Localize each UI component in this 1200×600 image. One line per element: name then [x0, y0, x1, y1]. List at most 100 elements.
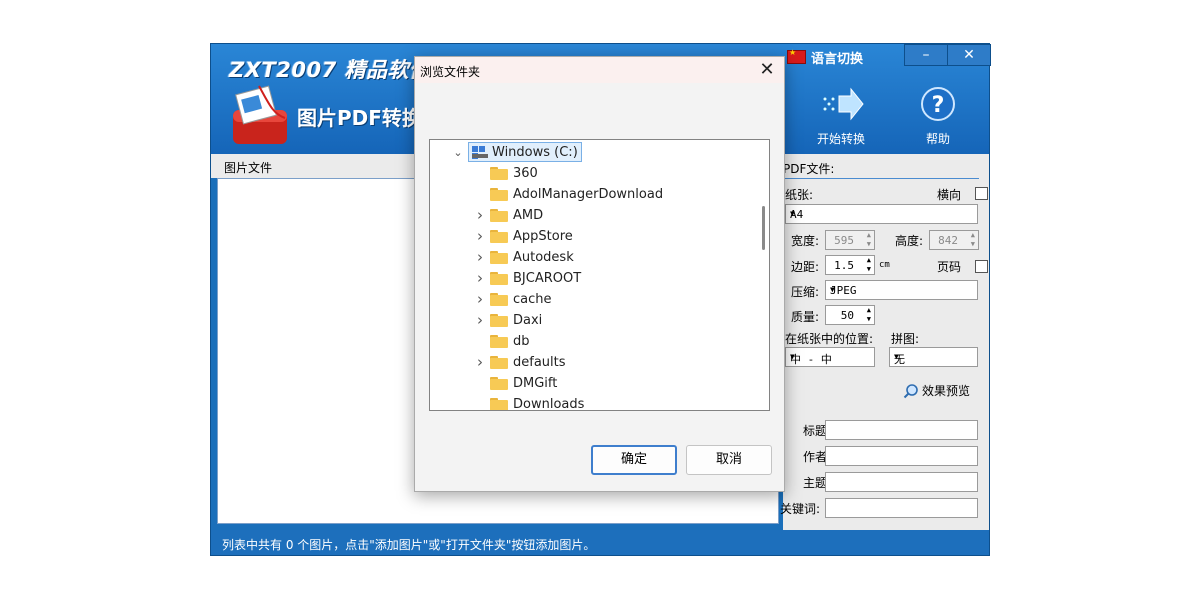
language-switch-button[interactable]: 语言切换 [787, 48, 864, 67]
folder-label: DMGift [513, 375, 558, 391]
quality-label: 质量: [791, 310, 820, 324]
help-label: 帮助 [925, 132, 950, 146]
folder-label: Daxi [513, 312, 543, 328]
quality-spinner[interactable]: 50 ▲ ▼ [825, 305, 875, 325]
paper-label: 纸张: [785, 188, 814, 202]
folder-item[interactable]: DMGift [474, 373, 557, 393]
landscape-checkbox[interactable] [975, 187, 988, 200]
quality-value: 50 [840, 309, 854, 322]
folder-item[interactable]: › AMD [474, 205, 543, 225]
preview-label: 效果预览 [922, 384, 971, 398]
spin-arrows-icon: ▲ ▼ [970, 231, 975, 248]
paper-select[interactable]: A4 ▼ [785, 204, 978, 224]
folder-icon [490, 208, 508, 222]
root-selection: Windows (C:) [468, 142, 582, 162]
tile-label: 拼图: [891, 332, 920, 346]
start-convert-label: 开始转换 [816, 132, 865, 146]
margin-unit: cm [879, 260, 890, 270]
folder-label: AdolManagerDownload [513, 186, 664, 202]
preview-button[interactable]: 效果预览 [903, 382, 970, 399]
ok-button[interactable]: 确定 [591, 445, 677, 475]
folder-tree[interactable]: ⌄ Windows (C:) 360 AdolManagerDownload › AM… [429, 139, 770, 411]
chevron-right-icon[interactable]: › [474, 227, 486, 245]
position-label: 在纸张中的位置: [785, 332, 874, 346]
folder-label: Autodesk [513, 249, 574, 265]
pdf-settings-panel: PDF文件: 纸张: 横向 A4 ▼ 宽度: 595 ▲ ▼ 高度: 842 ▲ ▼ 边距… [780, 154, 989, 530]
chevron-right-icon[interactable]: › [474, 206, 486, 224]
root-label: Windows (C:) [492, 144, 578, 160]
folder-label: BJCAROOT [513, 270, 582, 286]
folder-icon [490, 334, 508, 348]
folder-item[interactable]: › AppStore [474, 226, 573, 246]
help-button[interactable]: ? 帮助 [903, 84, 973, 147]
chevron-right-icon[interactable]: › [474, 290, 486, 308]
margin-value: 1.5 [834, 259, 854, 272]
product-title: 图片PDF转换 [297, 106, 422, 130]
folder-icon [490, 166, 508, 180]
author-input[interactable] [825, 446, 978, 466]
chevron-right-icon[interactable]: › [474, 311, 486, 329]
folder-icon [490, 313, 508, 327]
keywords-input[interactable] [825, 498, 978, 518]
folder-icon [490, 229, 508, 243]
language-switch-label: 语言切换 [811, 51, 864, 67]
section-divider [785, 178, 979, 179]
folder-item[interactable]: › Autodesk [474, 247, 574, 267]
svg-text:?: ? [932, 93, 945, 118]
help-icon: ? [921, 87, 955, 121]
subject-input[interactable] [825, 472, 978, 492]
dropdown-arrow-icon: ▼ [790, 352, 795, 361]
pdf-section-title: PDF文件: [783, 162, 835, 176]
minimize-button[interactable]: – [904, 44, 948, 66]
dropdown-arrow-icon: ▼ [830, 285, 835, 294]
folder-icon [490, 397, 508, 410]
folder-item[interactable]: Downloads [474, 394, 584, 410]
spin-arrows-icon: ▲ ▼ [866, 256, 871, 273]
tile-select[interactable]: 无 ▼ [889, 347, 978, 367]
compress-select[interactable]: JPEG ▼ [825, 280, 978, 300]
position-select[interactable]: 中 - 中 ▼ [785, 347, 875, 367]
chevron-right-icon[interactable]: › [474, 248, 486, 266]
folder-label: AppStore [513, 228, 573, 244]
folder-item[interactable]: db [474, 331, 530, 351]
folder-label: 360 [513, 165, 538, 181]
dialog-title-bar: 浏览文件夹 ✕ [415, 57, 784, 83]
folder-item[interactable]: › defaults [474, 352, 566, 372]
spin-arrows-icon: ▲ ▼ [866, 306, 871, 323]
close-button[interactable]: ✕ [947, 44, 991, 66]
app-logo-icon [233, 85, 287, 144]
page-number-label: 页码 [937, 260, 962, 274]
title-input[interactable] [825, 420, 978, 440]
chevron-right-icon[interactable]: › [474, 353, 486, 371]
arrow-right-icon [823, 87, 864, 121]
tree-scrollbar[interactable] [762, 206, 765, 250]
chevron-down-icon[interactable]: ⌄ [452, 146, 464, 159]
folder-icon [490, 292, 508, 306]
folder-item[interactable]: AdolManagerDownload [474, 184, 663, 204]
width-label: 宽度: [791, 234, 820, 248]
start-convert-button[interactable]: 开始转换 [806, 84, 876, 147]
tree-root-drive[interactable]: ⌄ Windows (C:) [452, 142, 582, 162]
folder-item[interactable]: 360 [474, 163, 538, 183]
keywords-label: 关键词: [780, 502, 821, 516]
folder-item[interactable]: › cache [474, 289, 552, 309]
page-number-checkbox[interactable] [975, 260, 988, 273]
height-label: 高度: [895, 234, 924, 248]
drive-icon [472, 146, 488, 158]
folder-item[interactable]: › BJCAROOT [474, 268, 581, 288]
browse-folder-dialog: 浏览文件夹 ✕ ⌄ Windows (C:) 360 AdolManagerDow… [414, 56, 785, 492]
width-spinner[interactable]: 595 ▲ ▼ [825, 230, 875, 250]
chevron-right-icon[interactable]: › [474, 269, 486, 287]
dialog-title: 浏览文件夹 [420, 65, 481, 79]
cancel-button[interactable]: 取消 [686, 445, 772, 475]
magnifier-icon [903, 383, 918, 398]
dialog-close-button[interactable]: ✕ [756, 59, 778, 80]
margin-spinner[interactable]: 1.5 ▲ ▼ [825, 255, 875, 275]
folder-item[interactable]: › Daxi [474, 310, 542, 330]
height-spinner[interactable]: 842 ▲ ▼ [929, 230, 979, 250]
folder-icon [490, 250, 508, 264]
folder-label: defaults [513, 354, 566, 370]
margin-label: 边距: [791, 260, 820, 274]
landscape-label: 横向 [937, 188, 962, 202]
folder-label: db [513, 333, 530, 349]
